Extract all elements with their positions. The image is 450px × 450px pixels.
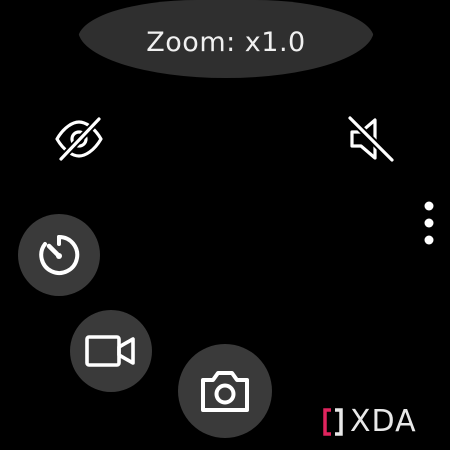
timer-button[interactable] <box>18 214 100 296</box>
zoom-indicator[interactable]: Zoom: x1.0 <box>78 0 374 78</box>
hide-preview-button[interactable] <box>52 112 106 166</box>
photo-mode-button[interactable] <box>178 344 272 438</box>
watermark-text: XDA <box>350 404 417 439</box>
zoom-label: Zoom: x1.0 <box>146 26 306 58</box>
more-vertical-icon <box>424 201 434 245</box>
mute-sound-button[interactable] <box>344 112 398 166</box>
timer-icon <box>39 234 80 275</box>
video-mode-button[interactable] <box>70 310 152 392</box>
xda-logo-icon <box>323 407 343 436</box>
camera-icon <box>201 371 249 412</box>
video-camera-icon <box>85 335 135 367</box>
volume-off-icon <box>347 115 395 163</box>
more-options-button[interactable] <box>418 198 440 248</box>
xda-watermark: XDA <box>322 404 417 439</box>
camera-watch-screen: Zoom: x1.0 XDA <box>0 0 450 450</box>
eye-off-icon <box>55 116 103 162</box>
